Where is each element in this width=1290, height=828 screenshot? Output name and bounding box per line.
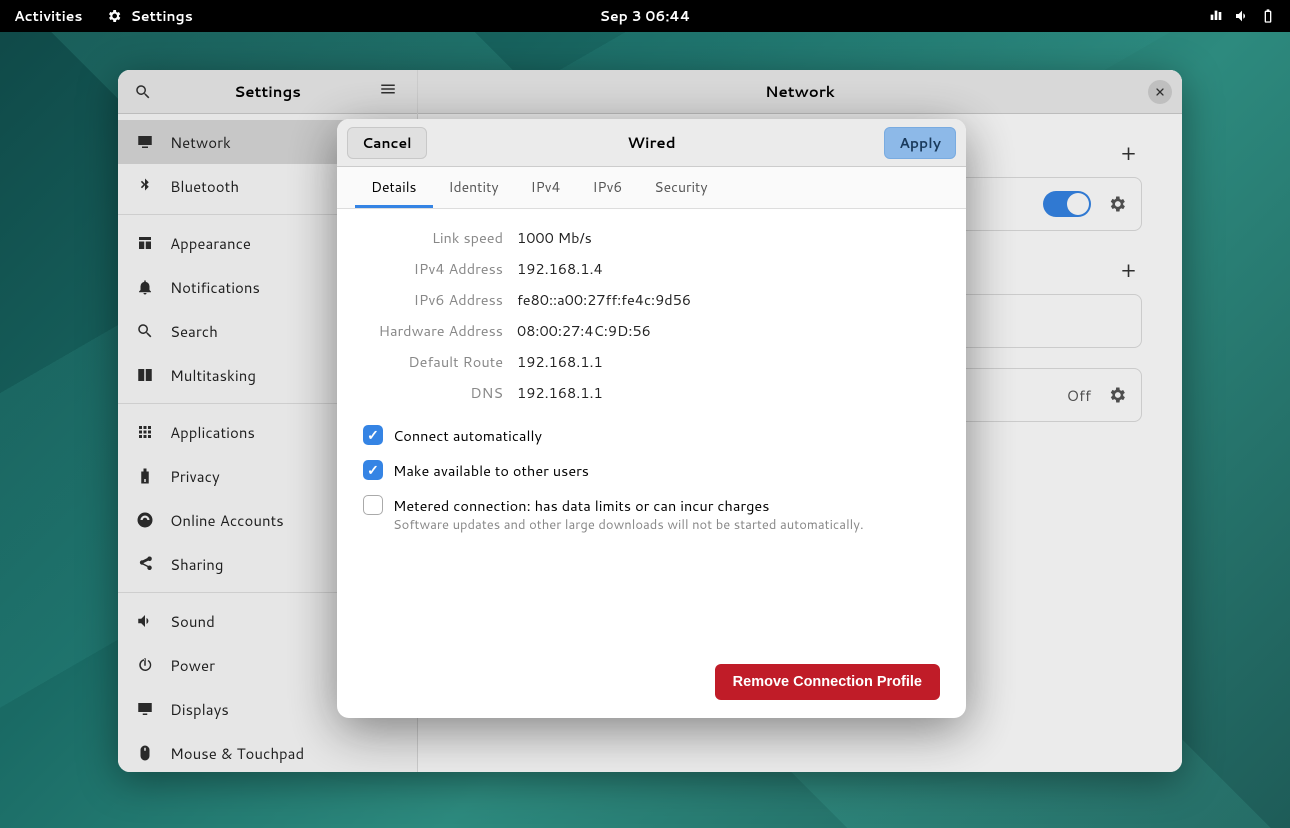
- sidebar-item-label: Applications: [170, 422, 255, 443]
- detail-value: 08:00:27:4C:9D:56: [517, 320, 940, 341]
- topbar-app[interactable]: Settings: [106, 6, 192, 26]
- power-icon: [136, 656, 154, 674]
- mouse-icon: [136, 744, 154, 762]
- bell-icon: [136, 278, 154, 296]
- volume-icon: [1234, 8, 1250, 24]
- add-vpn-button[interactable]: +: [1115, 251, 1142, 290]
- sidebar-item-label: Power: [170, 655, 215, 676]
- check-row: Metered connection: has data limits or c…: [363, 495, 940, 534]
- sidebar-item-label: Appearance: [170, 233, 251, 254]
- detail-label: Default Route: [363, 351, 503, 372]
- gear-icon: [1107, 385, 1127, 405]
- gear-icon: [1107, 194, 1127, 214]
- detail-value: 192.168.1.1: [517, 351, 940, 372]
- displays-icon: [136, 700, 154, 718]
- sidebar-item-label: Privacy: [170, 466, 220, 487]
- detail-label: IPv4 Address: [363, 258, 503, 279]
- dialog-header: Cancel Wired Apply: [337, 119, 966, 167]
- sidebar-item-label: Mouse & Touchpad: [170, 743, 304, 764]
- detail-label: Link speed: [363, 227, 503, 248]
- hamburger-icon: [379, 80, 397, 98]
- proxy-off-label: Off: [1067, 385, 1091, 406]
- search-button[interactable]: [130, 79, 156, 105]
- sidebar-item-label: Sound: [170, 611, 215, 632]
- checks-list: Connect automatically Make available to o…: [363, 425, 940, 548]
- apply-button[interactable]: Apply: [884, 127, 956, 159]
- check-row: Make available to other users: [363, 460, 940, 481]
- checkbox[interactable]: [363, 460, 383, 480]
- sidebar-item-label: Network: [170, 132, 231, 153]
- check-label: Metered connection: has data limits or c…: [393, 495, 864, 534]
- appearance-icon: [136, 234, 154, 252]
- tab-ipv6[interactable]: IPv6: [576, 167, 638, 208]
- dialog-title: Wired: [627, 132, 675, 153]
- sidebar-item-label: Notifications: [170, 277, 260, 298]
- sidebar-item-label: Multitasking: [170, 365, 256, 386]
- sidebar-item-label: Search: [170, 321, 218, 342]
- check-row: Connect automatically: [363, 425, 940, 446]
- detail-value: 1000 Mb/s: [517, 227, 940, 248]
- search-icon: [134, 83, 152, 101]
- tab-details[interactable]: Details: [355, 167, 433, 208]
- sidebar-item-mouse-touchpad[interactable]: Mouse & Touchpad: [118, 731, 417, 772]
- add-wired-button[interactable]: +: [1115, 134, 1142, 173]
- detail-grid: Link speed 1000 Mb/s IPv4 Address 192.168.1…: [363, 227, 940, 403]
- online-icon: [136, 511, 154, 529]
- detail-label: IPv6 Address: [363, 289, 503, 310]
- sidebar-header: Settings: [118, 70, 417, 114]
- detail-value: fe80::a00:27ff:fe4c:9d56: [517, 289, 940, 310]
- bluetooth-icon: [136, 177, 154, 195]
- sidebar-item-label: Online Accounts: [170, 510, 284, 531]
- check-label: Connect automatically: [393, 425, 542, 446]
- checkbox[interactable]: [363, 425, 383, 445]
- wired-switch[interactable]: [1043, 191, 1091, 217]
- apps-icon: [136, 423, 154, 441]
- wired-settings-button[interactable]: [1107, 194, 1127, 214]
- proxy-settings-button[interactable]: [1107, 385, 1127, 405]
- dialog-tabs: DetailsIdentityIPv4IPv6Security: [337, 167, 966, 209]
- check-label: Make available to other users: [393, 460, 589, 481]
- battery-icon: [1260, 8, 1276, 24]
- content-header: Network: [418, 70, 1182, 114]
- privacy-icon: [136, 467, 154, 485]
- topbar-app-label: Settings: [130, 6, 192, 26]
- detail-value: 192.168.1.4: [517, 258, 940, 279]
- page-title: Network: [765, 81, 835, 102]
- system-tray[interactable]: [1208, 8, 1290, 24]
- sidebar-title: Settings: [156, 81, 379, 102]
- tab-identity[interactable]: Identity: [433, 167, 515, 208]
- remove-connection-button[interactable]: Remove Connection Profile: [715, 664, 940, 700]
- multitask-icon: [136, 366, 154, 384]
- sidebar-item-label: Sharing: [170, 554, 223, 575]
- share-icon: [136, 555, 154, 573]
- sidebar-item-label: Bluetooth: [170, 176, 239, 197]
- hamburger-button[interactable]: [379, 80, 405, 104]
- detail-label: DNS: [363, 382, 503, 403]
- network-tray-icon: [1208, 8, 1224, 24]
- checkbox[interactable]: [363, 495, 383, 515]
- cancel-button[interactable]: Cancel: [347, 127, 427, 159]
- activities-button[interactable]: Activities: [14, 6, 82, 26]
- close-button[interactable]: [1148, 80, 1172, 104]
- wired-dialog: Cancel Wired Apply DetailsIdentityIPv4IP…: [337, 119, 966, 718]
- clock[interactable]: Sep 3 06:44: [600, 6, 691, 26]
- tab-ipv4[interactable]: IPv4: [515, 167, 577, 208]
- dialog-body: Link speed 1000 Mb/s IPv4 Address 192.168.1…: [337, 209, 966, 718]
- close-icon: [1154, 86, 1166, 98]
- monitor-icon: [136, 133, 154, 151]
- sidebar-item-label: Displays: [170, 699, 229, 720]
- top-bar: Activities Settings Sep 3 06:44: [0, 0, 1290, 32]
- gear-icon: [106, 8, 122, 24]
- detail-value: 192.168.1.1: [517, 382, 940, 403]
- tab-security[interactable]: Security: [638, 167, 723, 208]
- detail-label: Hardware Address: [363, 320, 503, 341]
- sound-icon: [136, 612, 154, 630]
- search-icon: [136, 322, 154, 340]
